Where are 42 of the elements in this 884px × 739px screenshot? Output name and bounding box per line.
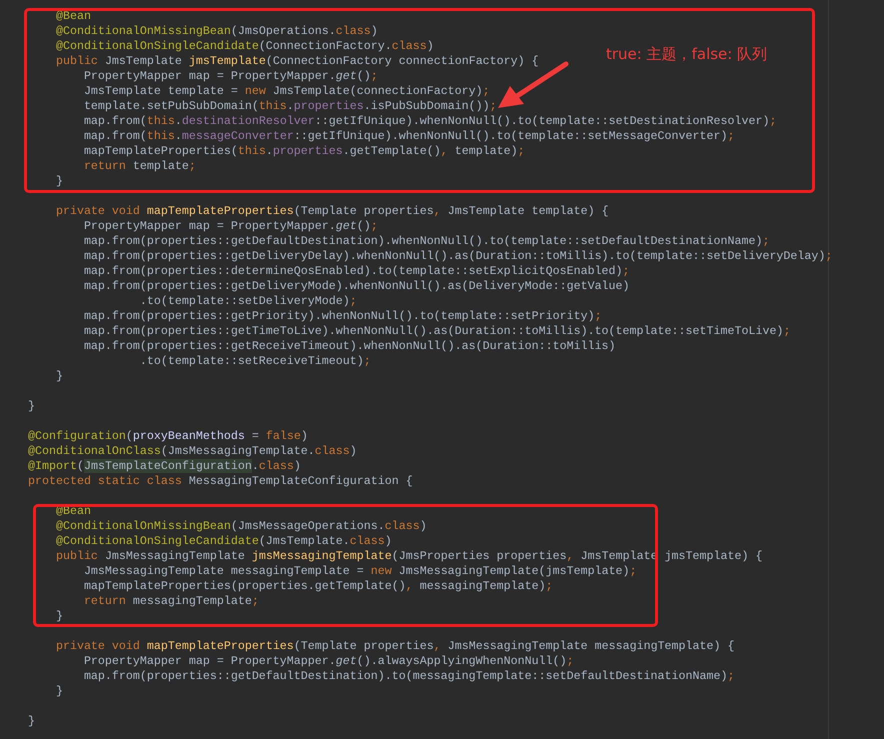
code-line: @ConditionalOnMissingBean(JmsMessageOperations.class) <box>54 519 427 534</box>
code-line: map.from(properties::getDefaultDestination).whenNonNull().to(template::setDefaultDestinationName); <box>82 234 770 249</box>
code-line: public JmsMessagingTemplate jmsMessagingTemplate(JmsProperties properties, JmsTemplate jmsTemplate) { <box>54 549 762 564</box>
code-line: mapTemplateProperties(this.properties.getTemplate(), template); <box>82 144 525 159</box>
code-line: } <box>54 684 63 699</box>
code-line: @ConditionalOnClass(JmsMessagingTemplate.class) <box>26 444 357 459</box>
code-line: @ConditionalOnMissingBean(JmsOperations.class) <box>54 24 378 39</box>
code-line: private void mapTemplateProperties(Template properties, JmsMessagingTemplate messagingTemplate) { <box>54 639 735 654</box>
code-line: map.from(this.messageConverter::getIfUnique).whenNonNull().to(template::setMessageConverter); <box>82 129 734 144</box>
code-line: JmsTemplate template = new JmsTemplate(connectionFactory); <box>82 84 490 99</box>
code-line: map.from(properties::getPriority).whenNonNull().to(template::setPriority); <box>82 309 602 324</box>
code-line: map.from(properties::getDeliveryMode).whenNonNull().as(DeliveryMode::getValue) <box>82 279 630 294</box>
code-line: map.from(properties::getTimeToLive).whenNonNull().as(Duration::toMillis).to(template::setTimeToLive); <box>82 324 790 339</box>
code-line: @ConditionalOnSingleCandidate(JmsTemplate.class) <box>54 534 392 549</box>
code-line: PropertyMapper map = PropertyMapper.get(); <box>82 219 378 234</box>
code-line: JmsMessagingTemplate messagingTemplate = new JmsMessagingTemplate(jmsTemplate); <box>82 564 637 579</box>
code-line: @Bean <box>54 9 91 24</box>
code-line: return template; <box>82 159 196 174</box>
code-line: PropertyMapper map = PropertyMapper.get().alwaysApplyingWhenNonNull(); <box>82 654 574 669</box>
code-line: } <box>54 174 63 189</box>
code-line: @ConditionalOnSingleCandidate(ConnectionFactory.class) <box>54 39 434 54</box>
code-line: protected static class MessagingTemplateConfiguration { <box>26 474 413 489</box>
code-line: map.from(properties::determineQosEnabled).to(template::setExplicitQosEnabled); <box>82 264 630 279</box>
code-line: private void mapTemplateProperties(Template properties, JmsTemplate template) { <box>54 204 609 219</box>
code-line: public JmsTemplate jmsTemplate(ConnectionFactory connectionFactory) { <box>54 54 539 69</box>
code-line: return messagingTemplate; <box>82 594 259 609</box>
code-line: @Configuration(proxyBeanMethods = false) <box>26 429 308 444</box>
code-line: } <box>26 399 35 414</box>
code-line: map.from(properties::getDefaultDestination).to(messagingTemplate::setDefaultDestinationName); <box>82 669 734 684</box>
code-line: PropertyMapper map = PropertyMapper.get(); <box>82 69 378 84</box>
code-line: .to(template::setReceiveTimeout); <box>138 354 371 369</box>
code-line: .to(template::setDeliveryMode); <box>138 294 357 309</box>
code-line: map.from(properties::getDeliveryDelay).whenNonNull().as(Duration::toMillis).to(template::setDeliveryDelay); <box>82 249 832 264</box>
code-line: @Import(JmsTemplateConfiguration.class) <box>26 459 301 474</box>
code-line: template.setPubSubDomain(this.properties.isPubSubDomain()); <box>82 99 497 114</box>
code-line: } <box>26 714 35 729</box>
code-line: } <box>54 369 63 384</box>
annotation-text: true: 主题，false: 队列 <box>606 44 768 64</box>
code-line: mapTemplateProperties(properties.getTemplate(), messagingTemplate); <box>82 579 553 594</box>
code-line: map.from(properties::getReceiveTimeout).whenNonNull().as(Duration::toMillis) <box>82 339 616 354</box>
code-line: } <box>54 609 63 624</box>
code-line: map.from(this.destinationResolver::getIfUnique).whenNonNull().to(template::setDestinationResolver); <box>82 114 776 129</box>
